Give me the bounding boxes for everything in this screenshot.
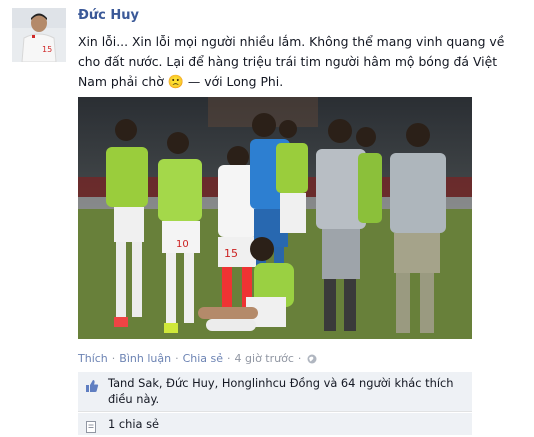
- separator: ·: [175, 352, 179, 365]
- sad-emoticon-icon: 🙁: [167, 75, 184, 90]
- thumbs-up-icon: [85, 378, 99, 392]
- likes-box: Tand Sak, Đức Huy, Honglinhcu Đồng và 64…: [78, 372, 472, 412]
- post-actions: Thích · Bình luận · Chia sẻ · 4 giờ trướ…: [78, 352, 317, 365]
- shares-box: 1 chia sẻ: [78, 413, 472, 435]
- tagged-with[interactable]: — với Long Phi.: [184, 74, 283, 89]
- globe-icon[interactable]: [307, 354, 317, 364]
- like-link[interactable]: Thích: [78, 352, 108, 365]
- comment-link[interactable]: Bình luận: [119, 352, 171, 365]
- share-icon: [86, 418, 96, 433]
- svg-text:10: 10: [176, 239, 189, 250]
- svg-text:15: 15: [224, 247, 238, 260]
- separator: ·: [111, 352, 116, 365]
- post-text: Xin lỗi... Xin lỗi mọi người nhiều lắm. …: [78, 32, 518, 93]
- separator: ·: [227, 352, 231, 365]
- post-timestamp[interactable]: 4 giờ trước: [235, 352, 294, 365]
- separator: ·: [297, 352, 302, 365]
- author-avatar[interactable]: 15: [12, 8, 66, 62]
- share-link[interactable]: Chia sẻ: [183, 352, 223, 365]
- shares-count[interactable]: 1 chia sẻ: [108, 417, 159, 431]
- svg-text:15: 15: [42, 45, 52, 54]
- likes-summary[interactable]: Tand Sak, Đức Huy, Honglinhcu Đồng và 64…: [108, 375, 463, 407]
- author-name[interactable]: Đức Huy: [78, 8, 139, 23]
- post-message: Xin lỗi... Xin lỗi mọi người nhiều lắm. …: [78, 34, 505, 89]
- post-photo[interactable]: 10 15: [78, 97, 472, 339]
